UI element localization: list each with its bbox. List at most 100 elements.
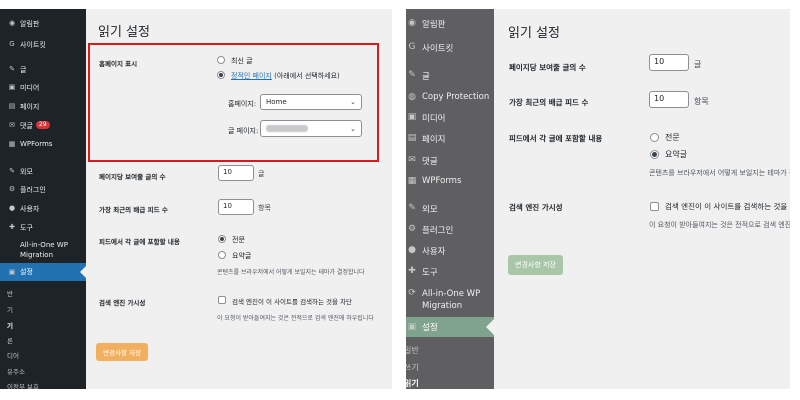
sidebar-item-appearance[interactable]: ✎ 외모 — [406, 203, 494, 215]
admin-sidebar: ◉ 알림판 G 사이트킷 ✎ 글 ▣ 미디어 ▤ 페이지 ✉ 댓글 29 ▦ W… — [0, 9, 86, 389]
radio-static-page[interactable] — [217, 71, 225, 79]
sidebar-item-label: All-in-One WP Migration — [422, 288, 480, 312]
users-icon: ● — [408, 245, 416, 255]
sidebar-item-comments[interactable]: ✉ 댓글 29 — [0, 121, 86, 131]
discourage-search-checkbox[interactable] — [650, 202, 659, 211]
feed-content-label: 피드에서 각 글에 포함할 내용 — [509, 134, 603, 143]
discourage-search-label: 검색 엔진이 이 사이트를 검색하는 것을 차단 — [665, 202, 790, 211]
submenu-discussion[interactable]: 론 — [7, 335, 13, 345]
sidebar-item-users[interactable]: ● 사용자 — [406, 245, 494, 257]
sidebar-item-appearance[interactable]: ✎ 외모 — [0, 167, 86, 177]
save-changes-button[interactable]: 변경사항 저장 — [508, 255, 563, 275]
save-changes-button[interactable]: 변경사항 저장 — [96, 343, 148, 361]
feed-items-input[interactable]: 10 — [218, 199, 254, 215]
sidebar-item-wpforms[interactable]: ▦ WPForms — [406, 176, 494, 186]
submenu-general[interactable]: 일반 — [406, 345, 419, 356]
posts-icon: ✎ — [408, 70, 416, 80]
sidebar-item-media[interactable]: ▣ 미디어 — [0, 83, 86, 93]
submenu-media[interactable]: 디어 — [7, 350, 19, 360]
sidebar-item-copy-protection[interactable]: ◍ Copy Protection — [406, 92, 494, 102]
homepage-select[interactable]: Home ⌄ — [260, 94, 362, 110]
sidebar-item-posts[interactable]: ✎ 글 — [406, 70, 494, 82]
sidebar-item-comments[interactable]: ✉ 댓글 — [406, 155, 494, 167]
radio-full-text[interactable] — [650, 133, 659, 142]
sidebar-item-label: 도구 — [422, 268, 438, 278]
posts-per-page-input[interactable]: 10 — [649, 54, 689, 71]
sidebar-item-dashboard[interactable]: ◉ 알림판 — [0, 19, 86, 29]
right-screenshot: ◉ 알림판 G 사이트킷 ✎ 글 ◍ Copy Protection ▣ 미디어… — [406, 9, 790, 389]
sidebar-item-users[interactable]: ● 사용자 — [0, 204, 86, 214]
feed-items-input[interactable]: 10 — [649, 91, 689, 108]
sidebar-item-site-kit[interactable]: G 사이트킷 — [0, 40, 86, 50]
latest-posts-label: 최신 글 — [231, 57, 253, 65]
sidebar-item-pages[interactable]: ▤ 페이지 — [406, 133, 494, 145]
sidebar-item-pages[interactable]: ▤ 페이지 — [0, 102, 86, 112]
sidebar-item-plugins[interactable]: ⚙ 플러그인 — [406, 224, 494, 236]
radio-summary[interactable] — [650, 150, 659, 159]
sidebar-item-plugins[interactable]: ⚙ 플러그인 — [0, 185, 86, 195]
sidebar-item-settings[interactable]: ▣ 설정 — [406, 317, 494, 337]
appearance-icon: ✎ — [9, 167, 15, 175]
chevron-down-icon: ⌄ — [350, 98, 356, 106]
migration-icon: ⟳ — [408, 288, 416, 298]
sidebar-item-settings[interactable]: ▣ 설정 — [0, 263, 86, 281]
settings-content: 읽기 설정 페이지당 보여줄 글의 수 10 글 가장 최근의 배급 피드 수 … — [494, 9, 790, 389]
dashboard-icon: ◉ — [8, 19, 16, 27]
radio-summary[interactable] — [218, 251, 226, 259]
full-text-label: 전문 — [665, 133, 680, 142]
site-kit-icon: G — [9, 40, 15, 48]
sidebar-item-label: 댓글 — [422, 157, 438, 167]
static-page-link[interactable]: 정적인 페이지 — [231, 72, 272, 80]
sidebar-item-label: 외모 — [422, 205, 438, 215]
sidebar-item-label: 도구 — [20, 224, 33, 232]
page-title: 읽기 설정 — [98, 25, 150, 40]
submenu-reading[interactable]: 읽기 — [406, 378, 419, 389]
homepage-select-value: Home — [266, 98, 287, 106]
summary-label: 요약글 — [232, 252, 252, 260]
submenu-writing[interactable]: 쓰기 — [406, 362, 419, 373]
settings-icon: ▣ — [8, 268, 16, 276]
comments-icon: ✉ — [9, 121, 15, 129]
submenu-privacy[interactable]: 이정부 보호 — [7, 381, 39, 389]
feed-items-label: 가장 최근의 배급 피드 수 — [509, 98, 589, 107]
feed-content-help: 콘텐츠를 브라우저에서 어떻게 보일지는 테마가 결정합니다 — [217, 269, 365, 276]
radio-full-text[interactable] — [218, 235, 226, 243]
sidebar-item-label: 알림판 — [20, 20, 40, 28]
sidebar-item-tools[interactable]: ✚ 도구 — [406, 266, 494, 278]
sidebar-item-media[interactable]: ▣ 미디어 — [406, 112, 494, 124]
sidebar-item-tools[interactable]: ✚ 도구 — [0, 223, 86, 233]
comments-icon: ✉ — [408, 155, 416, 165]
sidebar-item-label: 사이트킷 — [20, 41, 46, 49]
left-screenshot: ◉ 알림판 G 사이트킷 ✎ 글 ▣ 미디어 ▤ 페이지 ✉ 댓글 29 ▦ W… — [0, 9, 392, 389]
copy-protection-icon: ◍ — [408, 92, 416, 102]
sidebar-item-posts[interactable]: ✎ 글 — [0, 65, 86, 75]
homepage-select-label: 홈페이지: — [228, 100, 257, 108]
sidebar-item-label: 페이지 — [422, 135, 446, 145]
posts-page-select[interactable]: ⌄ — [260, 120, 362, 137]
sidebar-item-migration[interactable]: ⟳ All-in-One WP Migration — [406, 288, 494, 312]
wpforms-icon: ▦ — [8, 140, 16, 148]
submenu-reading[interactable]: 기 — [7, 320, 13, 330]
radio-latest-posts[interactable] — [217, 56, 225, 64]
sidebar-item-migration[interactable]: All-in-One WP Migration — [0, 240, 86, 260]
discourage-search-checkbox[interactable] — [218, 296, 226, 304]
sidebar-item-wpforms[interactable]: ▦ WPForms — [0, 140, 86, 148]
comments-count-badge: 29 — [35, 121, 50, 129]
posts-per-page-label: 페이지당 보여줄 글의 수 — [509, 63, 586, 72]
submenu-writing[interactable]: 기 — [7, 304, 13, 314]
sidebar-item-site-kit[interactable]: G 사이트킷 — [406, 42, 494, 54]
sidebar-item-dashboard[interactable]: ◉ 알림판 — [406, 18, 494, 30]
search-visibility-label: 검색 엔진 가시성 — [99, 299, 146, 307]
sidebar-item-label: 글 — [20, 66, 27, 74]
submenu-permalinks[interactable]: 유주소 — [7, 366, 25, 376]
migration-label-line1: All-in-One WP — [20, 241, 68, 249]
sidebar-item-label: All-in-One WP Migration — [20, 240, 68, 260]
posts-icon: ✎ — [9, 65, 15, 73]
posts-per-page-input[interactable]: 10 — [218, 165, 254, 181]
feed-items-suffix: 항목 — [258, 204, 271, 212]
feed-content-label: 피드에서 각 글에 포함할 내용 — [99, 238, 180, 246]
blurred-page-name — [266, 125, 308, 132]
sidebar-item-label: 플러그인 — [20, 186, 46, 194]
migration-label-line2: Migration — [20, 251, 54, 259]
submenu-general[interactable]: 반 — [7, 288, 13, 298]
